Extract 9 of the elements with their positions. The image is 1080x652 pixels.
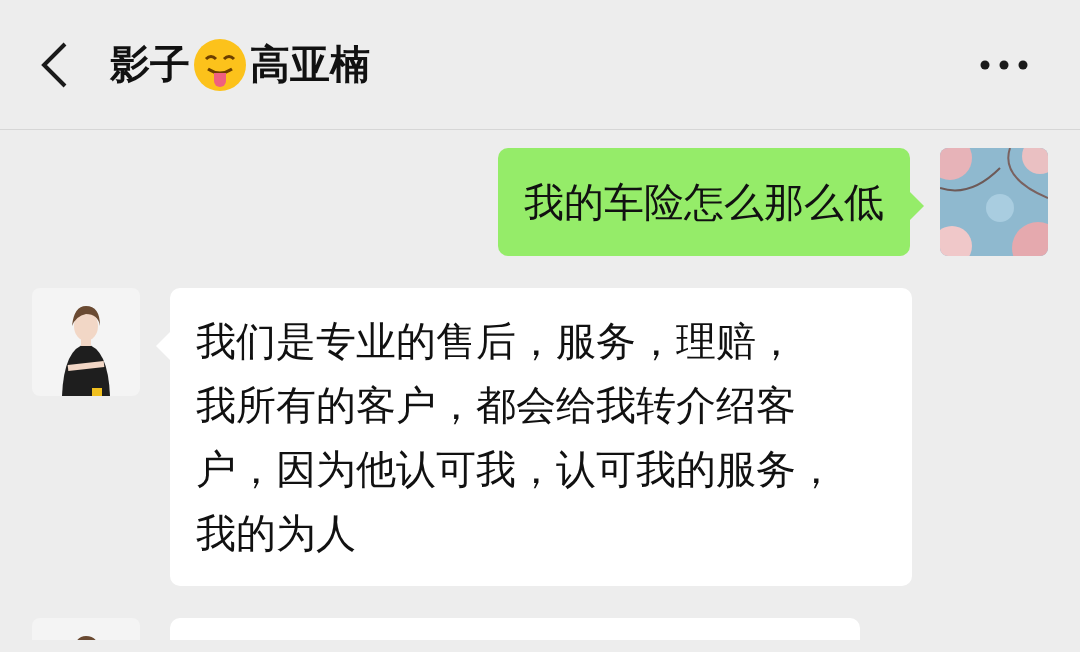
chat-title: 高亚楠 — [250, 40, 370, 89]
tongue-emoji-icon — [192, 36, 248, 93]
chat-title: 影子 — [110, 40, 190, 89]
message-text: 我的车险怎么那么低 — [524, 178, 884, 227]
more-icon[interactable] — [980, 59, 1028, 70]
back-icon[interactable] — [40, 41, 68, 88]
message-bubble[interactable]: 我的车险怎么那么低 — [498, 148, 910, 256]
message-bubble[interactable]: 我们是专业的售后，服务，理赔， 我所有的客户，都会给我转介绍客 户，因为他认可我，认可我的服务， 我的为人 — [170, 288, 912, 586]
message-text: 我们是专业的售后，服务，理赔， 我所有的客户，都会给我转介绍客 户，因为他认可我，认可我的服务， 我的为人 — [196, 317, 837, 558]
